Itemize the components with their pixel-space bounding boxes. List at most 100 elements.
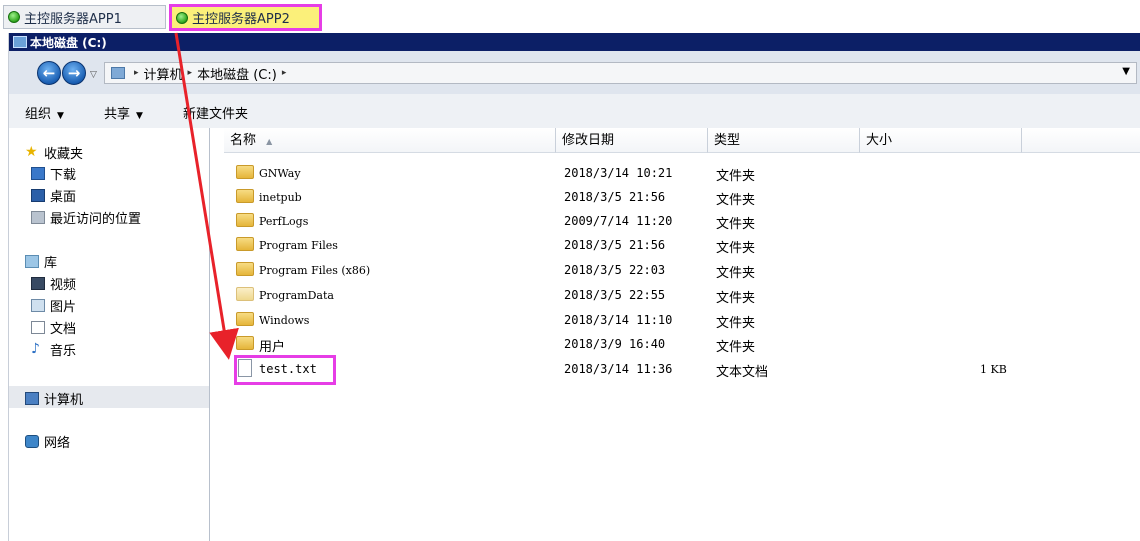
file-modified: 2009/7/14 11:20 bbox=[564, 214, 673, 228]
nav-label: 视频 bbox=[50, 278, 77, 293]
status-dot-icon bbox=[8, 11, 20, 23]
table-row[interactable]: PerfLogs 2009/7/14 11:20 文件夹 bbox=[210, 209, 1140, 233]
table-row[interactable]: inetpub 2018/3/5 21:56 文件夹 bbox=[210, 185, 1140, 209]
new-folder-label: 新建文件夹 bbox=[183, 107, 249, 122]
nav-label: 音乐 bbox=[50, 344, 77, 359]
nav-label: 计算机 bbox=[44, 393, 84, 408]
tab-app1[interactable]: 主控服务器APP1 bbox=[3, 5, 166, 29]
organize-button[interactable]: 组织 ▼ bbox=[25, 103, 64, 122]
column-header-size[interactable]: 大小 bbox=[860, 128, 1022, 153]
file-type: 文件夹 bbox=[716, 193, 756, 208]
table-row[interactable]: ProgramData 2018/3/5 22:55 文件夹 bbox=[210, 283, 1140, 307]
table-row[interactable]: 用户 2018/3/9 16:40 文件夹 bbox=[210, 332, 1140, 356]
highlight-box bbox=[234, 355, 336, 385]
file-name: 用户 bbox=[259, 340, 286, 355]
share-label: 共享 bbox=[104, 107, 131, 122]
file-name: Windows bbox=[259, 314, 310, 327]
folder-icon bbox=[236, 287, 254, 301]
chevron-down-icon: ▼ bbox=[136, 111, 143, 121]
column-header-blank bbox=[1022, 128, 1140, 153]
file-name: GNWay bbox=[259, 167, 301, 180]
window-left-edge bbox=[0, 33, 9, 541]
navigation-pane: ★ 收藏夹 下载 桌面 最近访问的位置 库 视频 图片 文档 ♪ 音乐 计算机 … bbox=[9, 128, 210, 541]
table-row[interactable]: Program Files (x86) 2018/3/5 22:03 文件夹 bbox=[210, 258, 1140, 282]
folder-icon bbox=[236, 262, 254, 276]
table-row[interactable]: Windows 2018/3/14 11:10 文件夹 bbox=[210, 308, 1140, 332]
breadcrumb-drive[interactable]: 本地磁盘 (C:) bbox=[197, 64, 277, 83]
column-label: 名称 bbox=[230, 133, 257, 148]
nav-label: 桌面 bbox=[50, 190, 77, 205]
video-icon bbox=[31, 277, 45, 290]
breadcrumb-arrow-icon[interactable]: ▸ bbox=[134, 68, 139, 78]
nav-libraries[interactable]: 库 bbox=[25, 252, 57, 271]
folder-icon bbox=[236, 237, 254, 251]
breadcrumb-arrow-icon[interactable]: ▸ bbox=[188, 68, 193, 78]
folder-icon bbox=[236, 213, 254, 227]
computer-small-icon bbox=[111, 67, 125, 79]
file-modified: 2018/3/14 10:21 bbox=[564, 166, 673, 180]
document-icon bbox=[31, 321, 45, 334]
chevron-down-icon: ▼ bbox=[57, 111, 64, 121]
column-label: 大小 bbox=[866, 133, 893, 148]
file-type: 文件夹 bbox=[716, 291, 756, 306]
breadcrumb-arrow-icon[interactable]: ▸ bbox=[282, 68, 287, 78]
breadcrumb-computer[interactable]: 计算机 bbox=[144, 64, 183, 83]
nav-label: 库 bbox=[44, 256, 58, 271]
tab-strip: 主控服务器APP1 主控服务器APP2 bbox=[0, 0, 1140, 33]
nav-downloads[interactable]: 下载 bbox=[31, 164, 76, 183]
file-type: 文件夹 bbox=[716, 340, 756, 355]
table-row[interactable]: GNWay 2018/3/14 10:21 文件夹 bbox=[210, 161, 1140, 185]
back-button[interactable]: ← bbox=[37, 61, 61, 85]
tab-app2[interactable]: 主控服务器APP2 bbox=[169, 4, 322, 31]
table-row[interactable]: Program Files 2018/3/5 21:56 文件夹 bbox=[210, 233, 1140, 257]
file-type: 文件夹 bbox=[716, 316, 756, 331]
file-list: 名称 ▲ 修改日期 类型 大小 GNWay 2018/3/14 10:21 文件… bbox=[210, 128, 1140, 541]
tab-label: 主控服务器APP2 bbox=[192, 12, 290, 27]
file-type: 文件夹 bbox=[716, 169, 756, 184]
column-label: 修改日期 bbox=[562, 133, 615, 148]
nav-label: 图片 bbox=[50, 300, 77, 315]
drive-icon bbox=[13, 36, 27, 48]
share-button[interactable]: 共享 ▼ bbox=[104, 103, 143, 122]
forward-button[interactable]: → bbox=[62, 61, 86, 85]
nav-computer[interactable]: 计算机 bbox=[25, 389, 83, 408]
nav-label: 下载 bbox=[50, 168, 77, 183]
file-type: 文件夹 bbox=[716, 266, 756, 281]
folder-icon bbox=[236, 312, 254, 326]
nav-network[interactable]: 网络 bbox=[25, 432, 70, 451]
address-input[interactable]: ▸ 计算机 ▸ 本地磁盘 (C:) ▸ ▼ bbox=[104, 62, 1137, 84]
history-dropdown-icon[interactable]: ▽ bbox=[90, 70, 97, 80]
library-icon bbox=[25, 255, 39, 268]
picture-icon bbox=[31, 299, 45, 312]
folder-icon bbox=[236, 165, 254, 179]
organize-label: 组织 bbox=[25, 107, 52, 122]
file-name: Program Files (x86) bbox=[259, 264, 371, 277]
sort-arrow-icon: ▲ bbox=[266, 137, 273, 146]
column-header-type[interactable]: 类型 bbox=[708, 128, 860, 153]
window-title-bar: 本地磁盘 (C:) bbox=[9, 33, 1140, 51]
address-dropdown-icon[interactable]: ▼ bbox=[1122, 66, 1130, 77]
window-title: 本地磁盘 (C:) bbox=[30, 35, 107, 50]
file-modified: 2018/3/14 11:10 bbox=[564, 313, 673, 327]
command-toolbar: 组织 ▼ 共享 ▼ 新建文件夹 bbox=[9, 94, 1140, 129]
file-name: inetpub bbox=[259, 191, 302, 204]
file-modified: 2018/3/5 22:55 bbox=[564, 288, 666, 302]
file-type: 文本文档 bbox=[716, 365, 769, 380]
nav-recent[interactable]: 最近访问的位置 bbox=[31, 208, 141, 227]
nav-documents[interactable]: 文档 bbox=[31, 318, 76, 337]
column-header-modified[interactable]: 修改日期 bbox=[556, 128, 708, 153]
file-size: 1 KB bbox=[980, 363, 1007, 376]
nav-videos[interactable]: 视频 bbox=[31, 274, 76, 293]
nav-pictures[interactable]: 图片 bbox=[31, 296, 76, 315]
file-name: ProgramData bbox=[259, 289, 334, 302]
nav-music[interactable]: ♪ 音乐 bbox=[31, 340, 76, 359]
new-folder-button[interactable]: 新建文件夹 bbox=[183, 103, 248, 122]
nav-label: 网络 bbox=[44, 436, 71, 451]
column-header-name[interactable]: 名称 ▲ bbox=[224, 128, 556, 153]
nav-desktop[interactable]: 桌面 bbox=[31, 186, 76, 205]
table-row[interactable]: test.txt 2018/3/14 11:36 文本文档 1 KB bbox=[210, 357, 1140, 381]
file-name: Program Files bbox=[259, 239, 338, 252]
nav-favorites[interactable]: ★ 收藏夹 bbox=[25, 143, 83, 162]
folder-icon bbox=[236, 336, 254, 350]
computer-icon bbox=[25, 392, 39, 405]
